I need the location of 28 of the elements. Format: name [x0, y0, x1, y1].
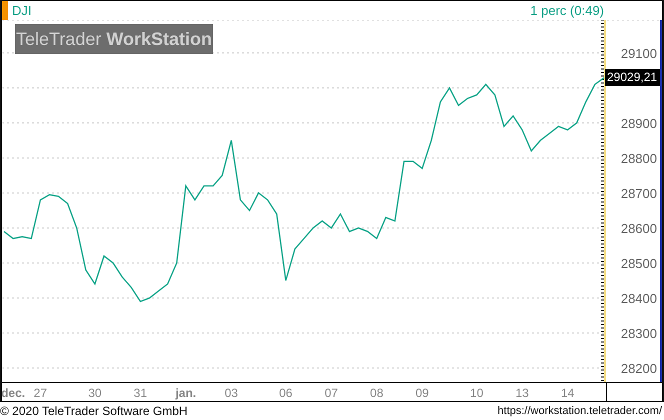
x-axis-label: 31 — [134, 386, 148, 400]
y-axis-label: 28600 — [620, 220, 657, 236]
x-axis-label: 10 — [470, 386, 484, 400]
y-axis-label: 28300 — [620, 326, 657, 341]
y-axis-label: 29100 — [620, 46, 657, 61]
y-axis-label: 28800 — [620, 150, 657, 166]
x-axis-label: 08 — [370, 386, 384, 400]
x-axis-label: 27 — [34, 386, 48, 400]
x-axis-label: 13 — [516, 386, 529, 400]
x-axis-label: jan. — [175, 386, 196, 400]
x-axis-label: 06 — [279, 386, 292, 400]
website-link[interactable]: https://workstation.teletrader.com/ — [498, 405, 662, 417]
app-logo: TeleTrader WorkStation — [15, 24, 213, 54]
x-axis-label: 14 — [560, 386, 574, 400]
x-axis-label: 03 — [224, 386, 238, 400]
last-price-label: 29029,21 — [605, 68, 660, 86]
x-axis-label: 07 — [324, 386, 338, 400]
symbol-marker — [2, 1, 8, 20]
y-axis-label: 28900 — [620, 116, 657, 131]
x-axis-label: 09 — [416, 386, 429, 400]
copyright-text: © 2020 TeleTrader Software GmbH — [0, 404, 188, 418]
y-axis-label: 28500 — [620, 256, 657, 271]
interval-label: 1 perc (0:49) — [530, 3, 604, 18]
y-axis-label: 28400 — [620, 290, 657, 306]
x-axis-label: 30 — [88, 386, 102, 400]
y-axis-label: 28200 — [620, 361, 657, 376]
y-axis-label: 28700 — [620, 186, 657, 201]
symbol-label: DJI — [12, 3, 32, 18]
